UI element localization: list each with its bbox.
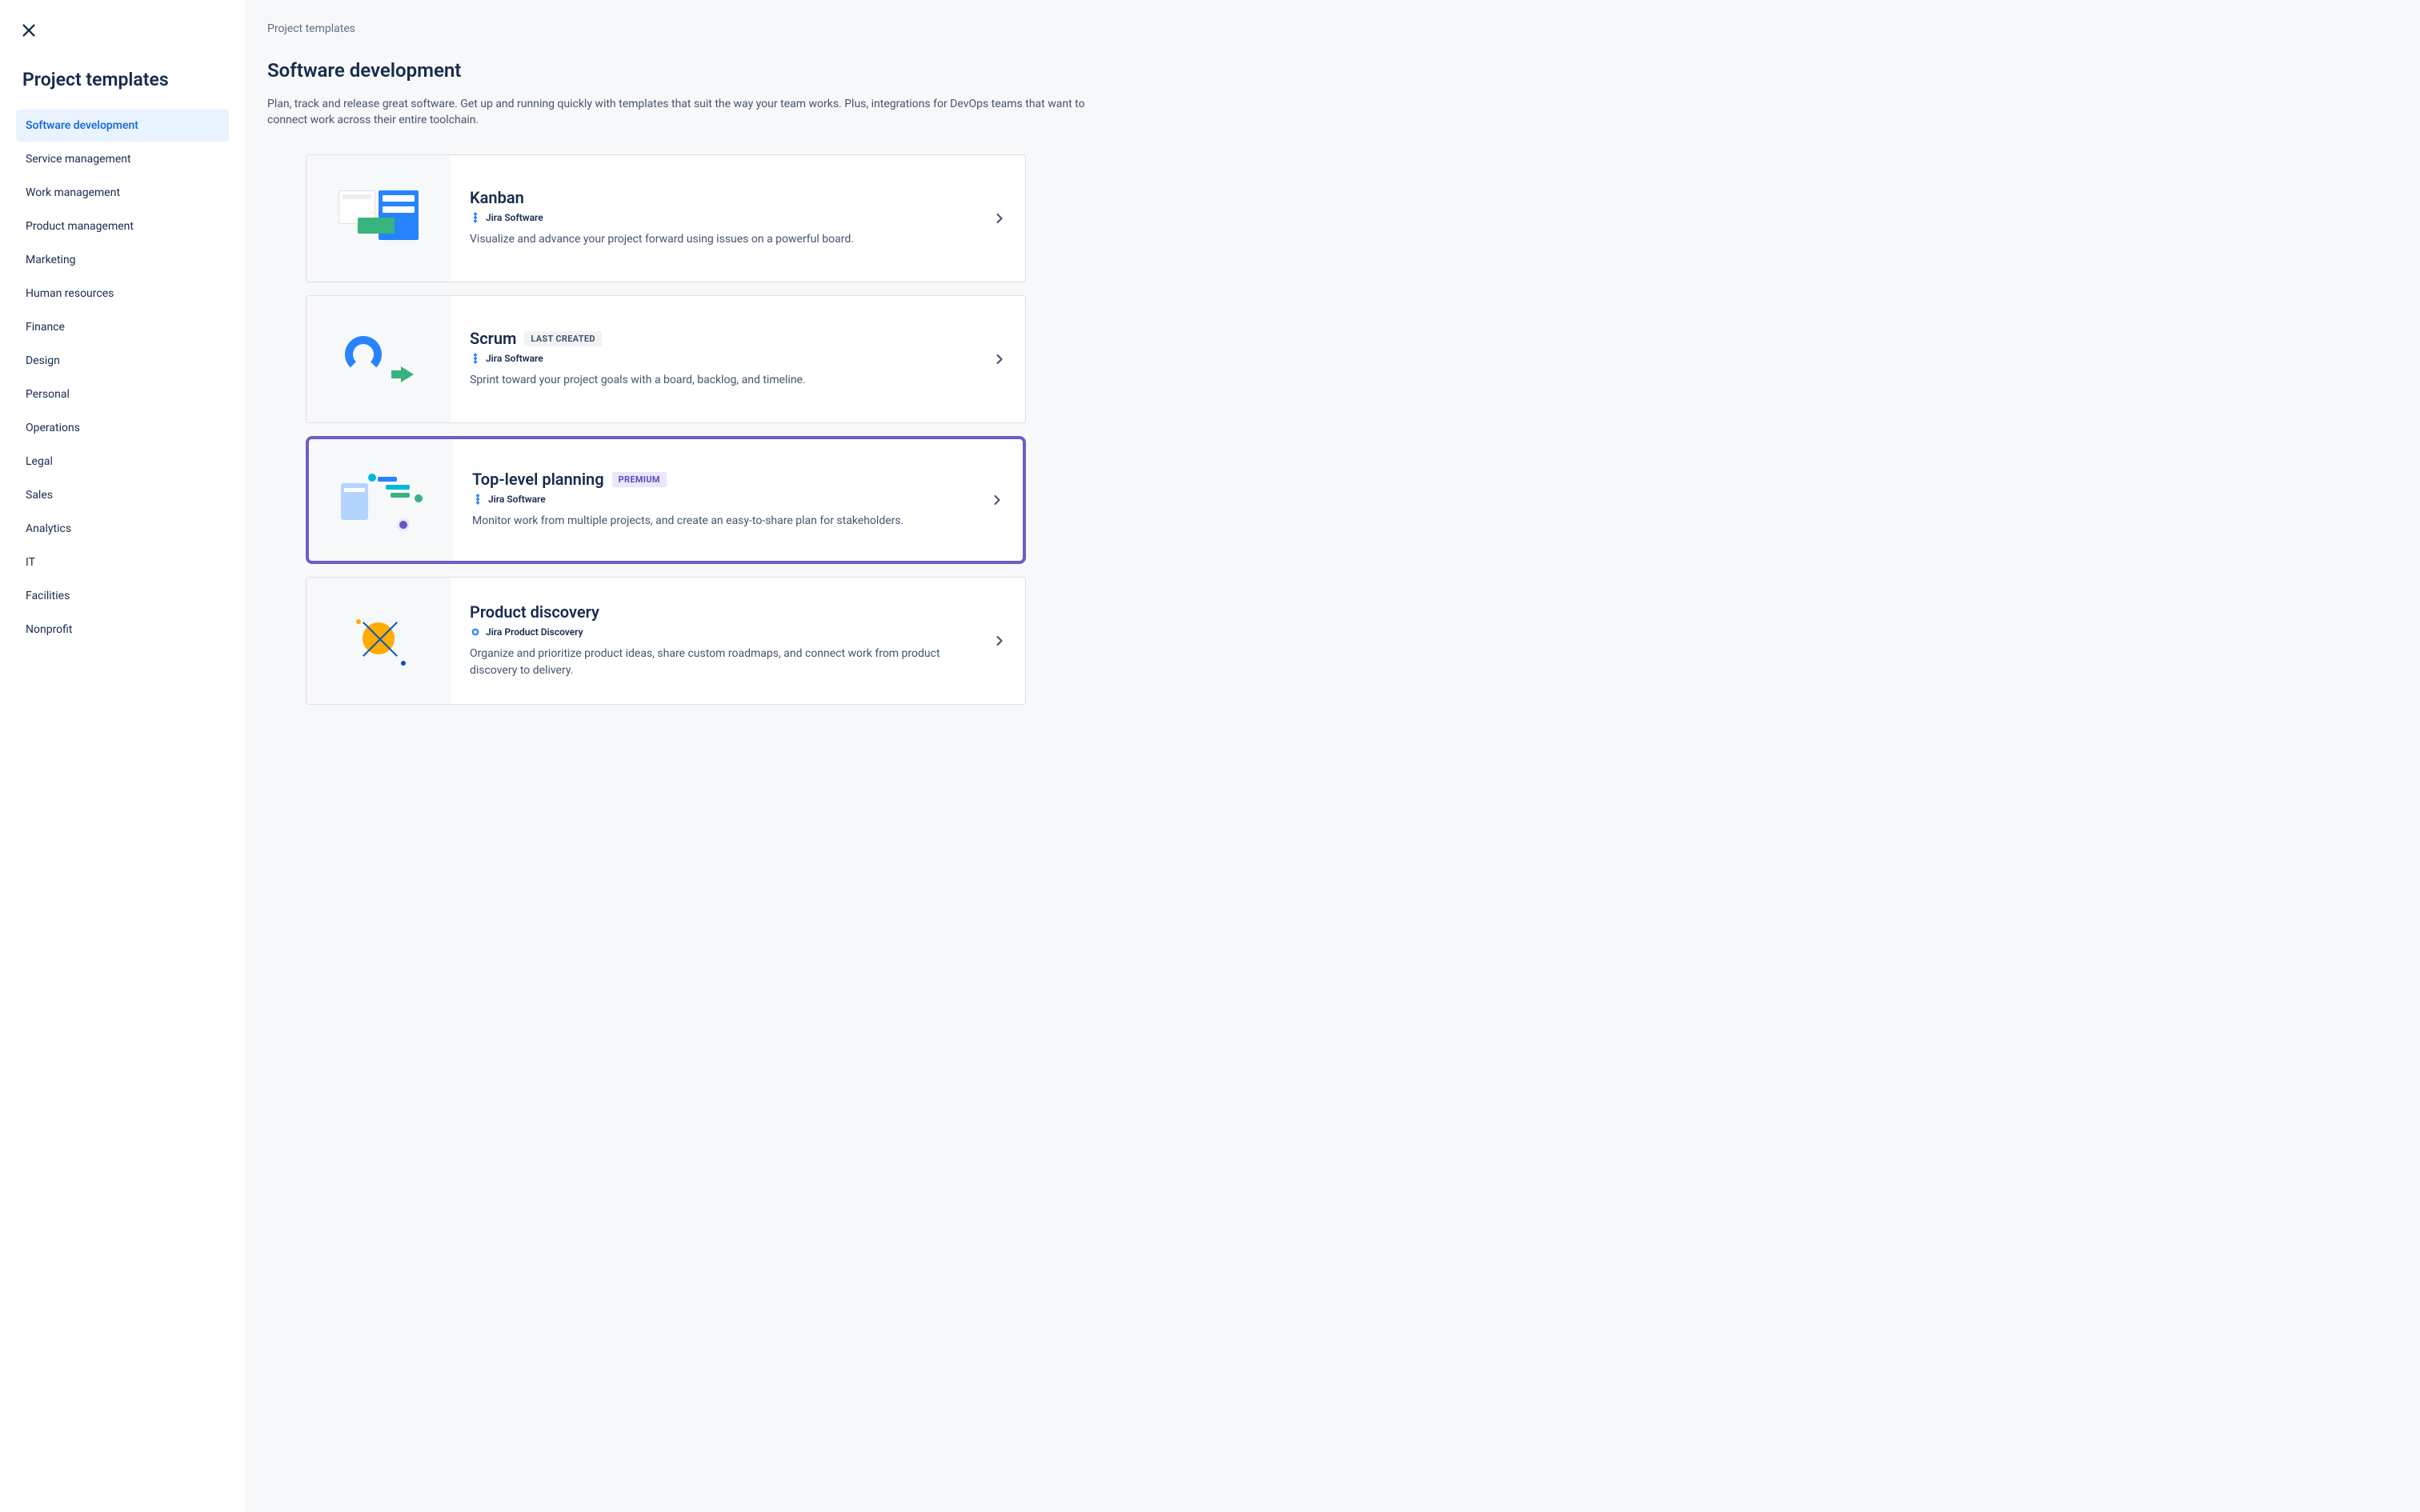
template-illustration bbox=[307, 296, 451, 422]
chevron-right-icon bbox=[990, 209, 1009, 228]
template-body: Scrum LAST CREATED Jira Software Sprint tow… bbox=[451, 296, 1025, 422]
chevron-right-icon bbox=[990, 350, 1009, 369]
sidebar-item-nonprofit[interactable]: Nonprofit bbox=[16, 614, 229, 646]
product-row: Jira Software bbox=[472, 494, 975, 505]
sidebar-item-facilities[interactable]: Facilities bbox=[16, 580, 229, 612]
template-body: Top-level planning PREMIUM Jira Software Mo… bbox=[453, 439, 1023, 561]
sidebar-item-sales[interactable]: Sales bbox=[16, 479, 229, 511]
breadcrumb: Project templates bbox=[267, 22, 2398, 35]
template-description: Monitor work from multiple projects, and… bbox=[472, 513, 975, 529]
sidebar: Project templates Software developmentSe… bbox=[0, 0, 245, 1512]
product-row: Jira Product Discovery bbox=[470, 626, 977, 638]
sidebar-item-finance[interactable]: Finance bbox=[16, 311, 229, 343]
sidebar-item-analytics[interactable]: Analytics bbox=[16, 513, 229, 545]
template-title: Product discovery bbox=[470, 602, 599, 622]
template-description: Sprint toward your project goals with a … bbox=[470, 372, 977, 388]
sidebar-item-design[interactable]: Design bbox=[16, 345, 229, 377]
product-label: Jira Software bbox=[488, 494, 546, 505]
product-row: Jira Software bbox=[470, 353, 977, 364]
sidebar-item-software-development[interactable]: Software development bbox=[16, 110, 229, 142]
product-label: Jira Software bbox=[486, 353, 543, 364]
sidebar-item-human-resources[interactable]: Human resources bbox=[16, 278, 229, 310]
sidebar-item-work-management[interactable]: Work management bbox=[16, 177, 229, 209]
sidebar-nav: Software developmentService managementWo… bbox=[16, 110, 229, 646]
page-description: Plan, track and release great software. … bbox=[267, 96, 1108, 129]
product-row: Jira Software bbox=[470, 212, 977, 223]
sidebar-item-it[interactable]: IT bbox=[16, 546, 229, 578]
badge-last: LAST CREATED bbox=[524, 331, 601, 346]
sidebar-item-legal[interactable]: Legal bbox=[16, 446, 229, 478]
page-title: Software development bbox=[267, 59, 2398, 82]
sidebar-item-service-management[interactable]: Service management bbox=[16, 143, 229, 175]
chevron-right-icon bbox=[990, 631, 1009, 650]
jira-software-icon bbox=[470, 353, 481, 364]
jira-product-discovery-icon bbox=[470, 626, 481, 638]
sidebar-title: Project templates bbox=[16, 69, 229, 90]
template-card-kanban[interactable]: Kanban Jira Software Visualize and advance… bbox=[306, 154, 1026, 282]
template-illustration bbox=[307, 578, 451, 704]
product-label: Jira Software bbox=[486, 212, 543, 223]
template-title: Top-level planning bbox=[472, 470, 604, 489]
template-title: Kanban bbox=[470, 188, 524, 207]
template-description: Organize and prioritize product ideas, s… bbox=[470, 646, 977, 678]
main-content: Project templates Software development P… bbox=[245, 0, 2420, 1512]
jira-software-icon bbox=[470, 212, 481, 223]
close-icon bbox=[20, 22, 38, 39]
template-card-scrum[interactable]: Scrum LAST CREATED Jira Software Sprint tow… bbox=[306, 295, 1026, 423]
template-description: Visualize and advance your project forwa… bbox=[470, 231, 977, 247]
sidebar-item-personal[interactable]: Personal bbox=[16, 378, 229, 410]
sidebar-item-marketing[interactable]: Marketing bbox=[16, 244, 229, 276]
jira-software-icon bbox=[472, 494, 483, 505]
sidebar-item-product-management[interactable]: Product management bbox=[16, 210, 229, 242]
badge-premium: PREMIUM bbox=[612, 472, 667, 487]
close-button[interactable] bbox=[13, 14, 45, 46]
product-label: Jira Product Discovery bbox=[486, 626, 583, 638]
template-card-top-level-planning[interactable]: Top-level planning PREMIUM Jira Software Mo… bbox=[306, 436, 1026, 564]
template-card-product-discovery[interactable]: Product discovery Jira Product Discovery O… bbox=[306, 577, 1026, 705]
template-illustration bbox=[307, 155, 451, 282]
template-body: Product discovery Jira Product Discovery O… bbox=[451, 578, 1025, 704]
template-cards: Kanban Jira Software Visualize and advance… bbox=[306, 154, 1026, 705]
template-title: Scrum bbox=[470, 329, 516, 348]
sidebar-item-operations[interactable]: Operations bbox=[16, 412, 229, 444]
chevron-right-icon bbox=[988, 490, 1007, 510]
template-body: Kanban Jira Software Visualize and advance… bbox=[451, 155, 1025, 282]
template-illustration bbox=[309, 439, 453, 561]
